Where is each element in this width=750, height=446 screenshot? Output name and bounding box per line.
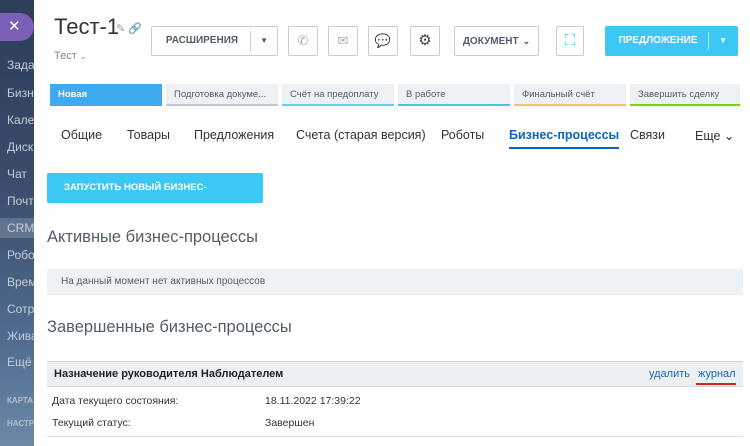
email-button[interactable]: ✉ <box>328 26 358 56</box>
sidebar-item-disk[interactable]: Диск <box>7 140 33 154</box>
sidebar-item-more[interactable]: Ещё <box>7 355 32 369</box>
stage-color-bar <box>282 104 394 106</box>
stage-label: В работе <box>406 89 446 100</box>
edit-link-icons[interactable]: ✎ 🔗 <box>116 22 142 35</box>
stage-color-bar <box>514 104 626 106</box>
tab-bar: Общие Товары Предложения Счета (старая в… <box>61 128 750 152</box>
stage-in-progress[interactable]: В работе <box>398 84 510 106</box>
deal-category-selector[interactable]: Тест ⌄ <box>54 50 86 62</box>
stage-prepayment-invoice[interactable]: Счёт на предоплату <box>282 84 394 106</box>
sidebar-item-live[interactable]: Живая <box>7 329 34 343</box>
call-button[interactable]: ✆ <box>288 26 318 56</box>
state-date-value: 18.11.2022 17:39:22 <box>265 395 361 407</box>
scan-icon: ⛶ <box>564 32 576 49</box>
sidebar-item-time[interactable]: Время <box>7 275 34 289</box>
active-tab-indicator <box>509 147 620 149</box>
process-name: Назначение руководителя Наблюдателем <box>54 368 284 380</box>
sidebar-item-business[interactable]: Бизнес <box>7 86 34 100</box>
no-active-processes-message: На данный момент нет активных процессов <box>47 269 743 295</box>
sidebar-item-chat[interactable]: Чат <box>7 167 27 181</box>
tab-business-processes[interactable]: Бизнес-процессы <box>509 128 620 149</box>
chevron-down-icon: ⌄ <box>79 52 87 61</box>
stage-label: Новая <box>58 89 88 100</box>
chat-button[interactable]: 💬 <box>368 26 398 56</box>
completed-processes-heading: Завершенные бизнес-процессы <box>47 318 292 336</box>
delete-process-link[interactable]: удалить <box>649 368 690 380</box>
status-label: Текущий статус: <box>52 417 131 429</box>
divider <box>250 31 251 51</box>
sidebar-item-calendar[interactable]: Календарь <box>7 113 34 127</box>
stage-new[interactable]: Новая <box>50 84 162 106</box>
run-button-label: ЗАПУСТИТЬ НОВЫЙ БИЗНЕС-ПРОЦЕСС <box>64 182 207 223</box>
document-label: ДОКУМЕНТ <box>462 36 519 47</box>
stage-color-bar <box>166 104 278 106</box>
mail-icon: ✉ <box>337 33 349 48</box>
stage-final-invoice[interactable]: Финальный счёт <box>514 84 626 106</box>
category-label: Тест <box>54 50 77 62</box>
stage-label: Финальный счёт <box>522 89 595 100</box>
stage-bar: Новая Подготовка докуме... Счёт на предо… <box>50 84 740 106</box>
offer-button[interactable]: ПРЕДЛОЖЕНИЕ ▼ <box>605 26 738 56</box>
settings-button[interactable]: ⚙ <box>410 26 440 56</box>
tab-more[interactable]: Еще ⌄ <box>695 128 734 143</box>
close-slider-button[interactable]: ✕ <box>0 13 34 41</box>
dropdown-arrow-icon[interactable]: ▼ <box>719 27 727 55</box>
extensions-button[interactable]: РАСШИРЕНИЯ ▼ <box>151 26 278 56</box>
tab-general[interactable]: Общие <box>61 128 102 142</box>
page-title: Тест-1 <box>54 14 120 39</box>
stage-label: Завершить сделку <box>638 89 720 100</box>
sidebar-item-tasks[interactable]: Задачи <box>7 58 34 72</box>
sidebar-item-mail[interactable]: Почта <box>7 194 34 208</box>
stage-label: Счёт на предоплату <box>290 89 379 100</box>
tab-robots[interactable]: Роботы <box>441 128 484 142</box>
sidebar-item-robots[interactable]: Роботы <box>7 248 34 262</box>
run-new-business-process-button[interactable]: ЗАПУСТИТЬ НОВЫЙ БИЗНЕС-ПРОЦЕСС ⌄ <box>47 173 263 223</box>
process-header: Назначение руководителя Наблюдателем уда… <box>47 361 743 387</box>
tab-invoices-old[interactable]: Счета (старая версия) <box>296 128 426 142</box>
offer-label: ПРЕДЛОЖЕНИЕ <box>618 35 698 46</box>
dropdown-arrow-icon[interactable]: ▼ <box>260 27 268 55</box>
sidebar-item-employees[interactable]: Сотрудники <box>7 302 34 316</box>
stage-color-bar <box>630 104 740 106</box>
tab-label: Бизнес-процессы <box>509 128 620 142</box>
stage-close-deal[interactable]: Завершить сделку <box>630 84 740 106</box>
scan-button[interactable]: ⛶ <box>556 26 584 56</box>
deal-slider: Тест-1 ✎ 🔗 Тест ⌄ РАСШИРЕНИЯ ▼ ✆ ✉ 💬 ⚙ ДО… <box>34 0 750 446</box>
highlight-underline <box>696 383 736 385</box>
tab-products[interactable]: Товары <box>127 128 170 142</box>
process-details: Дата текущего состояния: 18.11.2022 17:3… <box>47 387 743 437</box>
document-button[interactable]: ДОКУМЕНТ ⌄ <box>454 26 539 56</box>
sidebar-item-crm[interactable]: CRM <box>0 218 34 238</box>
phone-icon: ✆ <box>297 33 309 48</box>
tab-offers[interactable]: Предложения <box>194 128 274 142</box>
gear-icon: ⚙ <box>418 32 432 49</box>
chat-icon: 💬 <box>374 33 392 48</box>
sidebar-item-settings[interactable]: НАСТРОЙКИ <box>7 419 34 428</box>
extensions-label: РАСШИРЕНИЯ <box>165 35 239 46</box>
left-sidebar: ✕ Задачи Бизнес Календарь Диск Чат Почта… <box>0 0 34 446</box>
state-date-label: Дата текущего состояния: <box>52 395 179 407</box>
stage-color-bar <box>398 104 510 106</box>
process-log-link[interactable]: журнал <box>698 368 736 380</box>
stage-prepare-docs[interactable]: Подготовка докуме... <box>166 84 278 106</box>
tab-links[interactable]: Связи <box>630 128 665 142</box>
close-icon: ✕ <box>8 18 21 35</box>
chevron-down-icon: ⌄ <box>522 36 531 46</box>
sidebar-item-map[interactable]: КАРТА <box>7 396 33 405</box>
divider <box>708 32 709 50</box>
stage-label: Подготовка докуме... <box>174 89 267 100</box>
status-value: Завершен <box>265 417 315 429</box>
chevron-down-icon: ⌄ <box>116 213 124 222</box>
active-processes-heading: Активные бизнес-процессы <box>47 228 259 246</box>
